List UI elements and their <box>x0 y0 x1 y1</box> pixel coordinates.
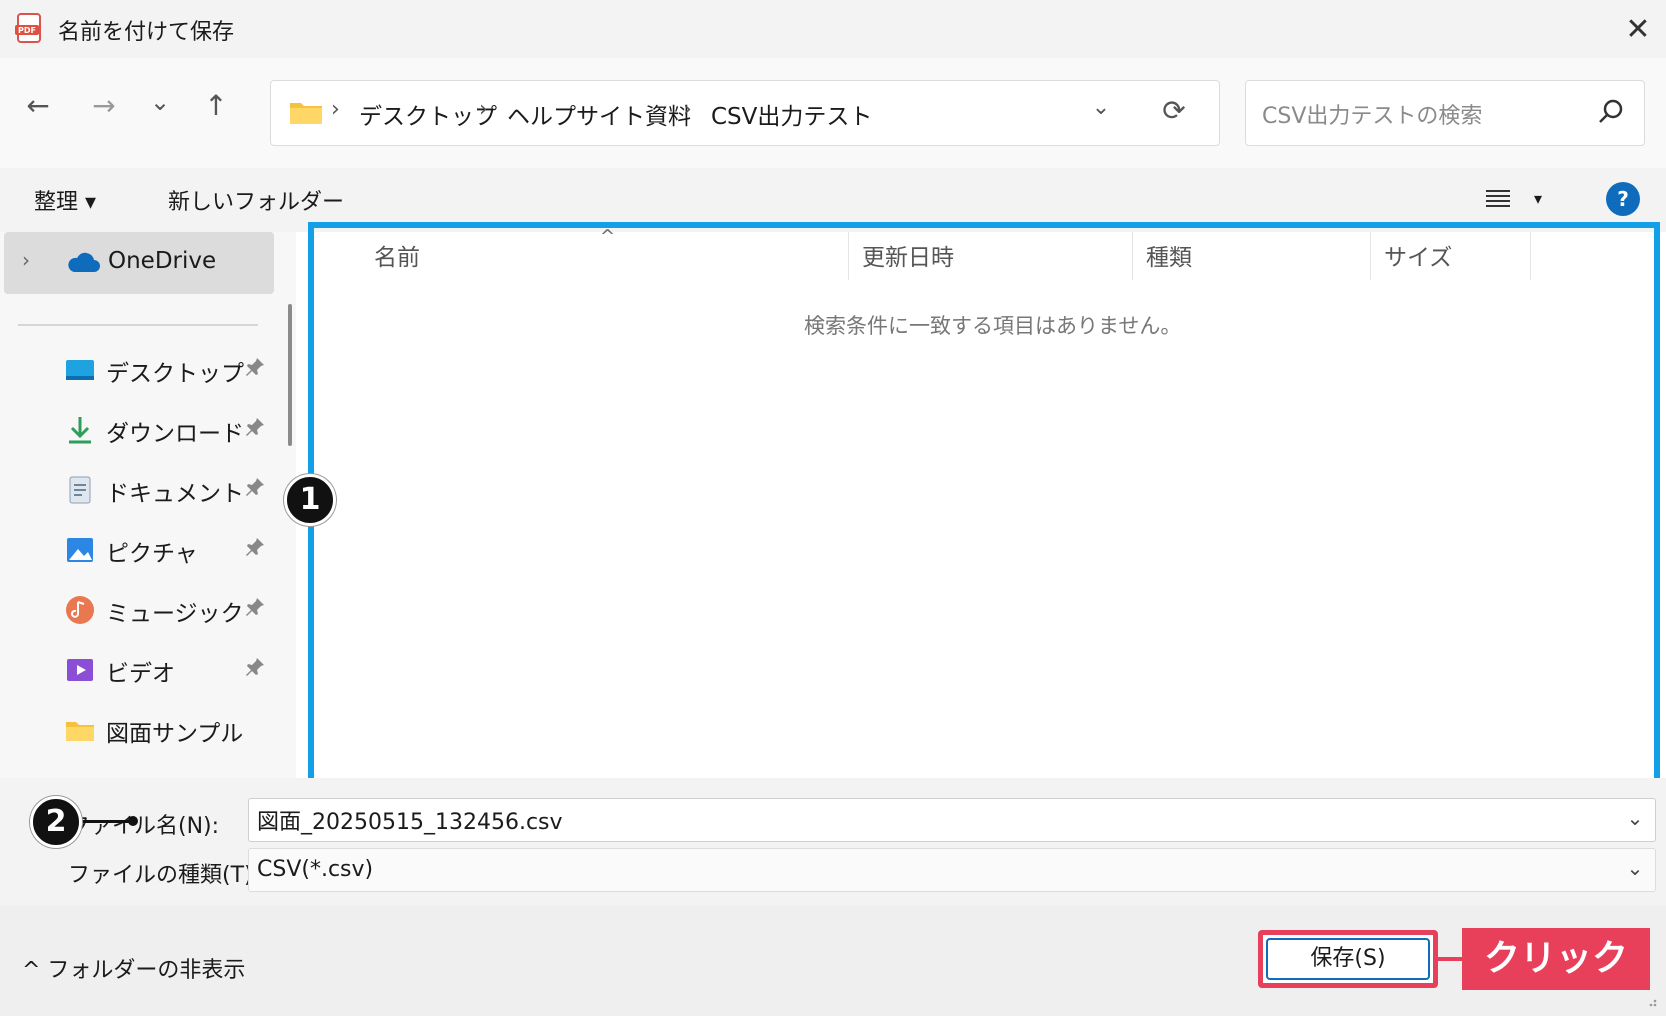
filetype-select[interactable]: CSV(*.csv) <box>248 848 1656 892</box>
pin-icon[interactable] <box>244 416 266 438</box>
sidebar-item-pictures[interactable]: ピクチャ <box>0 524 280 578</box>
sidebar-item-label: ミュージック <box>106 601 244 627</box>
breadcrumb-separator: › <box>331 97 340 122</box>
click-callout-label: クリック <box>1462 928 1650 990</box>
filetype-label: ファイルの種類(T): <box>68 863 261 888</box>
callout-connector-line <box>82 820 134 823</box>
step-badge-2: 2 <box>30 796 82 848</box>
list-view-icon[interactable] <box>1483 184 1513 214</box>
search-input[interactable]: CSV出力テストの検索 <box>1245 80 1645 146</box>
breadcrumb-separator: › <box>683 97 692 122</box>
video-icon <box>67 659 93 681</box>
address-dropdown-chevron-icon[interactable]: ⌄ <box>1086 95 1116 129</box>
onedrive-cloud-icon <box>68 252 100 272</box>
folder-icon <box>66 722 94 741</box>
help-icon[interactable]: ? <box>1606 182 1640 216</box>
breadcrumb-help-materials[interactable]: ヘルプサイト資料 <box>507 97 691 131</box>
search-icon <box>1599 99 1623 123</box>
hide-folders-toggle[interactable]: ^ フォルダーの非表示 <box>22 952 245 984</box>
sidebar-item-label: 図面サンプル <box>106 721 244 747</box>
close-button[interactable]: ✕ <box>1618 10 1658 50</box>
window-title: 名前を付けて保存 <box>58 20 235 45</box>
sidebar-item-music[interactable]: ミュージック <box>0 584 280 638</box>
filename-label: ファイル名(N): <box>68 814 220 839</box>
recent-locations-button[interactable]: ⌄ <box>140 82 180 122</box>
pin-icon[interactable] <box>244 536 266 558</box>
refresh-icon[interactable]: ⟳ <box>1156 93 1192 129</box>
up-button[interactable]: ↑ <box>196 86 236 126</box>
sidebar-item-drawing-samples[interactable]: 図面サンプル <box>0 704 280 758</box>
desktop-icon <box>66 360 94 380</box>
expand-chevron-icon[interactable]: › <box>22 248 30 272</box>
pin-icon[interactable] <box>244 596 266 618</box>
callout-connector-line <box>1438 957 1462 961</box>
pin-icon[interactable] <box>244 356 266 378</box>
sidebar-item-label: ビデオ <box>106 661 175 687</box>
callout-connector-dot <box>128 816 138 826</box>
sidebar-item-onedrive[interactable]: › OneDrive <box>4 232 274 294</box>
search-placeholder: CSV出力テストの検索 <box>1262 104 1483 129</box>
organize-menu-button[interactable]: 整理 ▾ <box>34 184 96 216</box>
view-options-dropdown[interactable]: ▾ <box>1526 184 1550 214</box>
document-icon <box>69 476 91 504</box>
breadcrumb-separator: › <box>479 97 488 122</box>
pictures-icon <box>67 538 93 562</box>
music-icon <box>66 596 94 624</box>
divider <box>18 324 258 326</box>
folder-icon <box>290 103 322 124</box>
save-button[interactable]: 保存(S) <box>1266 938 1430 980</box>
sidebar-item-desktop[interactable]: デスクトップ <box>0 344 280 398</box>
sidebar-item-label: ドキュメント <box>106 481 244 507</box>
sidebar-item-label: ダウンロード <box>106 421 244 447</box>
forward-button[interactable]: → <box>84 86 124 126</box>
title-bar <box>0 0 1666 58</box>
breadcrumb-csv-test[interactable]: CSV出力テスト <box>711 97 872 131</box>
pin-icon[interactable] <box>244 476 266 498</box>
sidebar-item-documents[interactable]: ドキュメント <box>0 464 280 518</box>
sidebar-item-label: デスクトップ <box>106 361 244 387</box>
breadcrumb-desktop[interactable]: デスクトップ <box>359 97 497 131</box>
pin-icon[interactable] <box>244 656 266 678</box>
resize-grip-icon[interactable] <box>1642 992 1658 1008</box>
new-folder-button[interactable]: 新しいフォルダー <box>168 184 344 216</box>
filename-input[interactable] <box>248 798 1656 842</box>
sidebar-item-downloads[interactable]: ダウンロード <box>0 404 280 458</box>
svg-text:PDF: PDF <box>18 26 36 35</box>
sidebar-item-label: ピクチャ <box>106 541 198 567</box>
address-bar[interactable]: › デスクトップ › ヘルプサイト資料 › CSV出力テスト ⌄ ⟳ <box>270 80 1220 146</box>
sidebar-item-label: OneDrive <box>108 248 217 274</box>
download-icon <box>69 417 91 444</box>
sidebar-scrollbar[interactable] <box>288 304 292 446</box>
filetype-dropdown-chevron-icon[interactable]: ⌄ <box>1620 856 1650 886</box>
step-badge-1: 1 <box>284 474 336 526</box>
pdf-app-icon: PDF <box>15 13 41 43</box>
navigation-pane: › OneDrive デスクトップ ダウンロード ドキュメント ピクチャ ミュー… <box>0 232 296 778</box>
sidebar-item-videos[interactable]: ビデオ <box>0 644 280 698</box>
back-button[interactable]: ← <box>18 86 58 126</box>
filename-dropdown-chevron-icon[interactable]: ⌄ <box>1620 806 1650 836</box>
highlight-box-file-list <box>308 222 1660 788</box>
